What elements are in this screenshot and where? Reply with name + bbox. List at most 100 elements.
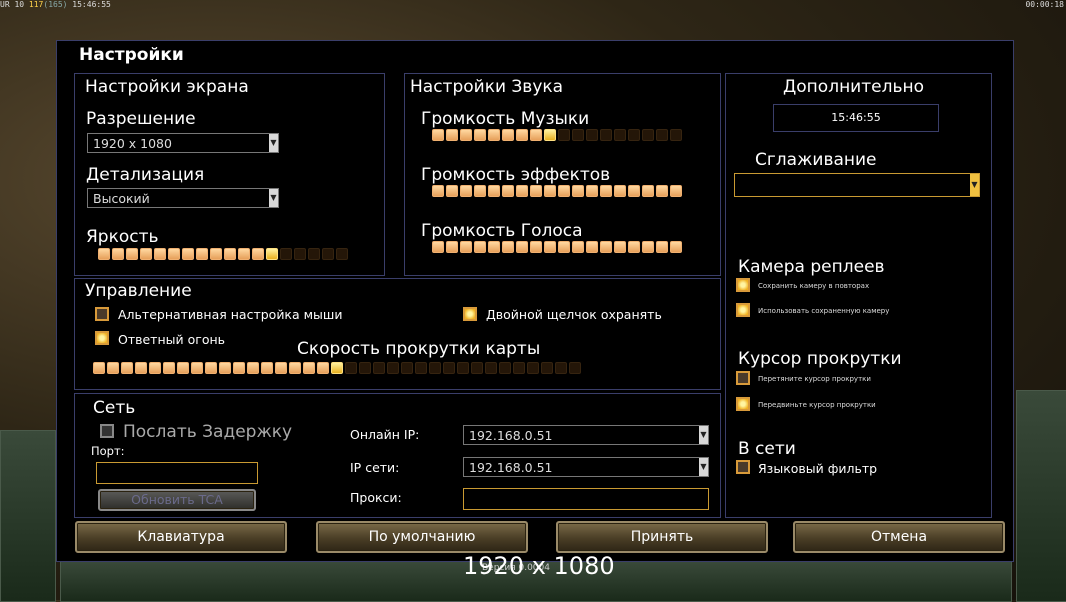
slider-segment[interactable] [656, 185, 668, 197]
slider-segment[interactable] [331, 362, 343, 374]
slider-segment[interactable] [572, 185, 584, 197]
slider-segment[interactable] [182, 248, 194, 260]
slider-segment[interactable] [558, 129, 570, 141]
chevron-down-icon[interactable]: ▼ [699, 458, 708, 476]
slider-segment[interactable] [289, 362, 301, 374]
scroll-cursor-drag-checkbox[interactable] [736, 371, 750, 385]
send-delay-checkbox[interactable] [100, 424, 114, 438]
slider-segment[interactable] [642, 241, 654, 253]
slider-segment[interactable] [168, 248, 180, 260]
effects-volume-slider[interactable] [432, 185, 682, 199]
double-click-checkbox[interactable] [463, 307, 477, 321]
slider-segment[interactable] [530, 185, 542, 197]
chevron-down-icon[interactable]: ▼ [269, 189, 278, 207]
slider-segment[interactable] [614, 129, 626, 141]
slider-segment[interactable] [317, 362, 329, 374]
slider-segment[interactable] [345, 362, 357, 374]
alt-mouse-checkbox[interactable] [95, 307, 109, 321]
slider-segment[interactable] [656, 241, 668, 253]
replay-use-camera-checkbox[interactable] [736, 303, 750, 317]
slider-segment[interactable] [502, 241, 514, 253]
slider-segment[interactable] [247, 362, 259, 374]
proxy-input[interactable] [463, 488, 709, 510]
slider-segment[interactable] [457, 362, 469, 374]
slider-segment[interactable] [488, 185, 500, 197]
slider-segment[interactable] [163, 362, 175, 374]
slider-segment[interactable] [177, 362, 189, 374]
slider-segment[interactable] [600, 185, 612, 197]
update-tca-button[interactable]: Обновить TCA [98, 489, 256, 511]
slider-segment[interactable] [530, 129, 542, 141]
slider-segment[interactable] [308, 248, 320, 260]
online-ip-select[interactable]: 192.168.0.51 ▼ [463, 425, 709, 445]
slider-segment[interactable] [107, 362, 119, 374]
return-fire-checkbox[interactable] [95, 331, 109, 345]
brightness-slider[interactable] [98, 248, 348, 262]
slider-segment[interactable] [191, 362, 203, 374]
slider-segment[interactable] [628, 185, 640, 197]
keyboard-button[interactable]: Клавиатура [75, 521, 287, 553]
chevron-down-icon[interactable]: ▼ [970, 174, 979, 196]
slider-segment[interactable] [516, 129, 528, 141]
slider-segment[interactable] [322, 248, 334, 260]
slider-segment[interactable] [586, 129, 598, 141]
lan-ip-select[interactable]: 192.168.0.51 ▼ [463, 457, 709, 477]
slider-segment[interactable] [140, 248, 152, 260]
slider-segment[interactable] [252, 248, 264, 260]
slider-segment[interactable] [303, 362, 315, 374]
slider-segment[interactable] [499, 362, 511, 374]
slider-segment[interactable] [121, 362, 133, 374]
slider-segment[interactable] [336, 248, 348, 260]
slider-segment[interactable] [210, 248, 222, 260]
cancel-button[interactable]: Отмена [793, 521, 1005, 553]
slider-segment[interactable] [154, 248, 166, 260]
slider-segment[interactable] [600, 241, 612, 253]
slider-segment[interactable] [401, 362, 413, 374]
slider-segment[interactable] [432, 185, 444, 197]
slider-segment[interactable] [670, 241, 682, 253]
slider-segment[interactable] [474, 185, 486, 197]
resolution-select[interactable]: 1920 x 1080 ▼ [87, 133, 279, 153]
slider-segment[interactable] [488, 241, 500, 253]
slider-segment[interactable] [544, 185, 556, 197]
music-volume-slider[interactable] [432, 129, 682, 143]
slider-segment[interactable] [614, 241, 626, 253]
slider-segment[interactable] [541, 362, 553, 374]
slider-segment[interactable] [628, 241, 640, 253]
slider-segment[interactable] [205, 362, 217, 374]
language-filter-checkbox[interactable] [736, 460, 750, 474]
slider-segment[interactable] [474, 241, 486, 253]
slider-segment[interactable] [502, 129, 514, 141]
port-input[interactable] [96, 462, 258, 484]
slider-segment[interactable] [280, 248, 292, 260]
slider-segment[interactable] [196, 248, 208, 260]
slider-segment[interactable] [530, 241, 542, 253]
slider-segment[interactable] [387, 362, 399, 374]
replay-save-camera-checkbox[interactable] [736, 278, 750, 292]
slider-segment[interactable] [527, 362, 539, 374]
slider-segment[interactable] [670, 129, 682, 141]
slider-segment[interactable] [429, 362, 441, 374]
slider-segment[interactable] [93, 362, 105, 374]
slider-segment[interactable] [460, 241, 472, 253]
chevron-down-icon[interactable]: ▼ [269, 134, 278, 152]
slider-segment[interactable] [516, 185, 528, 197]
slider-segment[interactable] [446, 185, 458, 197]
slider-segment[interactable] [135, 362, 147, 374]
slider-segment[interactable] [474, 129, 486, 141]
detail-select[interactable]: Высокий ▼ [87, 188, 279, 208]
slider-segment[interactable] [471, 362, 483, 374]
slider-segment[interactable] [642, 185, 654, 197]
defaults-button[interactable]: По умолчанию [316, 521, 528, 553]
accept-button[interactable]: Принять [556, 521, 768, 553]
slider-segment[interactable] [261, 362, 273, 374]
slider-segment[interactable] [415, 362, 427, 374]
slider-segment[interactable] [460, 185, 472, 197]
slider-segment[interactable] [233, 362, 245, 374]
slider-segment[interactable] [569, 362, 581, 374]
slider-segment[interactable] [460, 129, 472, 141]
slider-segment[interactable] [502, 185, 514, 197]
slider-segment[interactable] [628, 129, 640, 141]
slider-segment[interactable] [670, 185, 682, 197]
slider-segment[interactable] [98, 248, 110, 260]
